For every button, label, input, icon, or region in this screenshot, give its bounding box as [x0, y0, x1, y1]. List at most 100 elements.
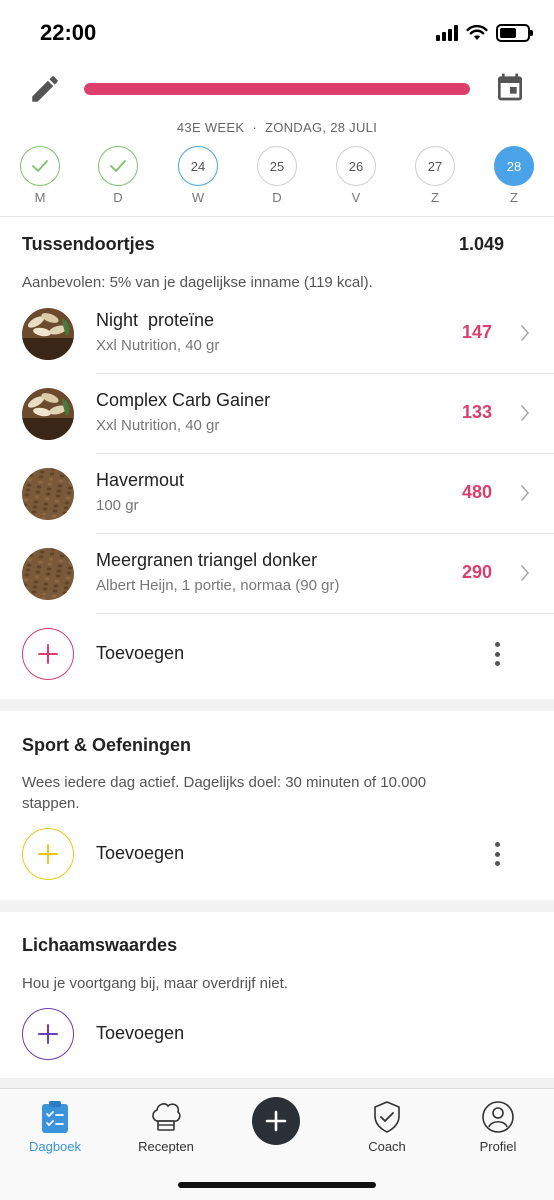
day-number: 24 [190, 158, 206, 174]
chef-hat-icon [152, 1103, 181, 1131]
day-letter: W [191, 190, 205, 205]
day-0[interactable]: M [20, 146, 60, 205]
food-calories: 480 [461, 482, 492, 502]
day-circle[interactable]: 24 [178, 146, 218, 186]
day-selector: M D 24 W 25 D 26 V 27 Z 28 Z [0, 146, 554, 208]
day-letter: Z [510, 190, 518, 205]
calorie-progress-bar [84, 83, 470, 95]
food-thumbnail [22, 468, 74, 520]
add-snack-label[interactable]: Toevoegen [96, 643, 184, 664]
tab-coach-label: Coach [368, 1139, 406, 1154]
tab-profiel[interactable]: Profiel [443, 1099, 553, 1154]
day-circle[interactable]: 27 [415, 146, 455, 186]
plus-icon [38, 1024, 58, 1044]
day-6[interactable]: 28 Z [494, 146, 534, 205]
food-calories: 290 [461, 562, 492, 582]
more-options-icon[interactable] [494, 842, 500, 866]
food-item[interactable]: Meergranen triangel donker Albert Heijn, … [0, 534, 554, 614]
plus-icon [265, 1110, 287, 1132]
profile-icon [482, 1101, 514, 1133]
week-number: 43E WEEK [176, 120, 245, 135]
food-item[interactable]: Havermout 100 gr 480 [0, 454, 554, 534]
add-sport-button[interactable] [22, 828, 74, 880]
food-details: Xxl Nutrition, 40 gr [96, 417, 220, 434]
day-circle[interactable]: 26 [336, 146, 376, 186]
food-name: Complex Carb Gainer [96, 390, 271, 410]
item-divider [96, 613, 554, 614]
day-circle[interactable]: 28 [494, 146, 534, 186]
battery-icon [496, 24, 533, 42]
snacks-description: Aanbevolen: 5% van je dagelijkse inname … [22, 274, 373, 291]
diary-header [0, 64, 554, 114]
day-number: 28 [506, 158, 522, 174]
body-values-add-row[interactable]: Toevoegen [0, 1008, 554, 1068]
tab-recepten[interactable]: Recepten [111, 1099, 221, 1154]
calendar-icon[interactable] [494, 70, 526, 104]
add-body-value-button[interactable] [22, 1008, 74, 1060]
day-circle[interactable]: 25 [257, 146, 297, 186]
food-thumbnail [22, 388, 74, 440]
body-values-description: Hou je voortgang bij, maar overdrijf nie… [22, 975, 288, 992]
day-letter: D [113, 190, 123, 205]
day-circle[interactable] [98, 146, 138, 186]
day-3[interactable]: 25 D [257, 146, 297, 205]
add-body-value-label[interactable]: Toevoegen [96, 1023, 184, 1044]
day-letter: Z [431, 190, 439, 205]
food-details: Albert Heijn, 1 portie, normaa (90 gr) [96, 577, 340, 594]
snacks-add-row[interactable]: Toevoegen [0, 628, 554, 688]
day-5[interactable]: 27 Z [415, 146, 455, 205]
status-icons [436, 24, 533, 42]
clipboard-icon [42, 1101, 68, 1133]
home-indicator [178, 1182, 376, 1188]
day-circle[interactable] [20, 146, 60, 186]
calorie-progress-fill [84, 83, 470, 95]
day-2[interactable]: 24 W [178, 146, 218, 205]
day-1[interactable]: D [98, 146, 138, 205]
food-item[interactable]: Night proteïne Xxl Nutrition, 40 gr 147 [0, 294, 554, 374]
food-name: Night proteïne [96, 310, 215, 330]
capsules-thumbnail-icon [22, 388, 74, 440]
food-calories: 133 [461, 402, 492, 422]
day-number: 25 [269, 158, 285, 174]
day-number: 26 [348, 158, 364, 174]
section-separator [0, 1078, 554, 1088]
plus-icon [38, 644, 58, 664]
checkmark-icon [110, 160, 126, 172]
status-time: 22:00 [40, 20, 97, 45]
food-name: Meergranen triangel donker [96, 550, 318, 570]
snacks-total: 1.049 [458, 234, 504, 254]
add-sport-label[interactable]: Toevoegen [96, 843, 184, 864]
tab-dagboek[interactable]: Dagboek [0, 1099, 110, 1154]
shield-check-icon [374, 1101, 400, 1133]
grains-thumbnail-icon [22, 468, 74, 520]
food-thumbnail [22, 308, 74, 360]
tab-profiel-label: Profiel [479, 1139, 517, 1154]
more-options-icon[interactable] [494, 642, 500, 666]
quick-add-button[interactable] [252, 1097, 300, 1145]
pencil-icon[interactable] [28, 72, 62, 106]
food-details: Xxl Nutrition, 40 gr [96, 337, 220, 354]
grains-thumbnail-icon [22, 548, 74, 600]
plus-icon [38, 844, 58, 864]
food-details: 100 gr [96, 497, 139, 514]
sport-title: Sport & Oefeningen [22, 735, 192, 755]
food-item[interactable]: Complex Carb Gainer Xxl Nutrition, 40 gr 1… [0, 374, 554, 454]
sport-description: Wees iedere dag actief. Dagelijks doel: … [22, 774, 427, 812]
food-calories: 147 [461, 322, 492, 342]
capsules-thumbnail-icon [22, 308, 74, 360]
body-values-title: Lichaamswaardes [22, 935, 178, 955]
wifi-icon [466, 25, 488, 40]
chevron-right-icon [521, 325, 530, 341]
tab-recepten-label: Recepten [138, 1139, 194, 1154]
sport-add-row[interactable]: Toevoegen [0, 828, 554, 888]
week-separator: · [252, 120, 257, 135]
day-number: 27 [427, 158, 443, 174]
snacks-title: Tussendoortjes [22, 234, 155, 254]
week-date-label: 43E WEEK · ZONDAG, 28 JULI [0, 120, 554, 135]
tab-coach[interactable]: Coach [332, 1099, 442, 1154]
add-snack-button[interactable] [22, 628, 74, 680]
day-4[interactable]: 26 V [336, 146, 376, 205]
checkmark-icon [32, 160, 48, 172]
chevron-right-icon [521, 485, 530, 501]
tab-dagboek-label: Dagboek [28, 1139, 82, 1154]
